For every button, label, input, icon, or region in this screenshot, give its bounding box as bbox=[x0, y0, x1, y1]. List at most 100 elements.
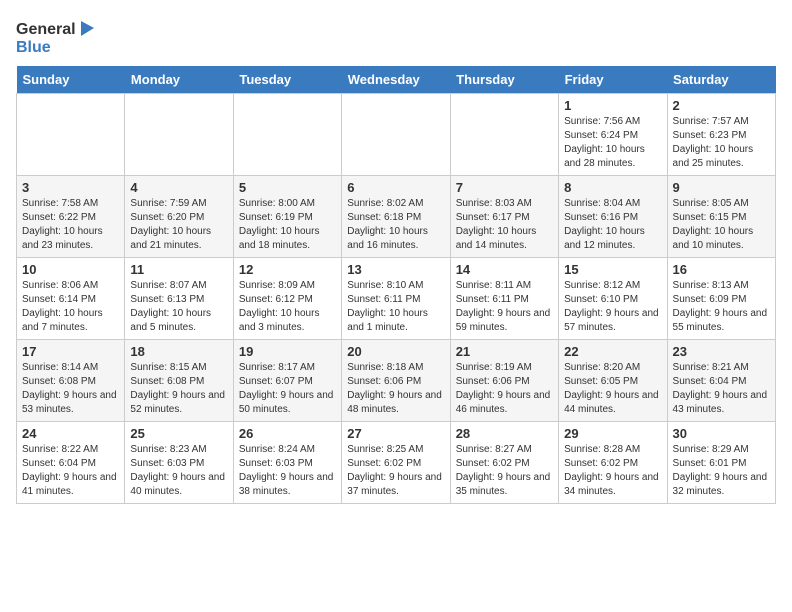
day-number: 22 bbox=[564, 344, 661, 359]
calendar-cell: 23 Sunrise: 8:21 AM Sunset: 6:04 PM Dayli… bbox=[667, 340, 775, 422]
logo: GeneralBlue bbox=[16, 16, 96, 56]
day-number: 27 bbox=[347, 426, 444, 441]
day-number: 3 bbox=[22, 180, 119, 195]
calendar-week-row: 17 Sunrise: 8:14 AM Sunset: 6:08 PM Dayli… bbox=[17, 340, 776, 422]
calendar-cell: 30 Sunrise: 8:29 AM Sunset: 6:01 PM Dayli… bbox=[667, 422, 775, 504]
day-info: Sunrise: 8:21 AM Sunset: 6:04 PM Dayligh… bbox=[673, 361, 770, 417]
calendar-cell: 5 Sunrise: 8:00 AM Sunset: 6:19 PM Daylig… bbox=[233, 176, 341, 258]
day-number: 12 bbox=[239, 262, 336, 277]
day-number: 25 bbox=[130, 426, 227, 441]
day-info: Sunrise: 8:24 AM Sunset: 6:03 PM Dayligh… bbox=[239, 443, 336, 499]
calendar-cell: 26 Sunrise: 8:24 AM Sunset: 6:03 PM Dayli… bbox=[233, 422, 341, 504]
weekday-header-friday: Friday bbox=[559, 66, 667, 94]
day-info: Sunrise: 8:06 AM Sunset: 6:14 PM Dayligh… bbox=[22, 279, 119, 335]
day-info: Sunrise: 8:22 AM Sunset: 6:04 PM Dayligh… bbox=[22, 443, 119, 499]
day-number: 24 bbox=[22, 426, 119, 441]
weekday-header-row: SundayMondayTuesdayWednesdayThursdayFrid… bbox=[17, 66, 776, 94]
calendar-cell: 17 Sunrise: 8:14 AM Sunset: 6:08 PM Dayli… bbox=[17, 340, 125, 422]
logo-svg: GeneralBlue bbox=[16, 16, 96, 56]
calendar-cell: 27 Sunrise: 8:25 AM Sunset: 6:02 PM Dayli… bbox=[342, 422, 450, 504]
weekday-header-saturday: Saturday bbox=[667, 66, 775, 94]
calendar-cell: 2 Sunrise: 7:57 AM Sunset: 6:23 PM Daylig… bbox=[667, 94, 775, 176]
weekday-header-monday: Monday bbox=[125, 66, 233, 94]
calendar-cell: 10 Sunrise: 8:06 AM Sunset: 6:14 PM Dayli… bbox=[17, 258, 125, 340]
day-number: 9 bbox=[673, 180, 770, 195]
day-info: Sunrise: 8:04 AM Sunset: 6:16 PM Dayligh… bbox=[564, 197, 661, 253]
day-number: 16 bbox=[673, 262, 770, 277]
day-number: 18 bbox=[130, 344, 227, 359]
weekday-header-wednesday: Wednesday bbox=[342, 66, 450, 94]
day-info: Sunrise: 8:20 AM Sunset: 6:05 PM Dayligh… bbox=[564, 361, 661, 417]
svg-text:Blue: Blue bbox=[16, 39, 51, 56]
calendar-cell bbox=[342, 94, 450, 176]
calendar-cell: 20 Sunrise: 8:18 AM Sunset: 6:06 PM Dayli… bbox=[342, 340, 450, 422]
calendar-cell: 19Sunrise: 8:17 AM Sunset: 6:07 PM Dayli… bbox=[233, 340, 341, 422]
day-info: Sunrise: 8:15 AM Sunset: 6:08 PM Dayligh… bbox=[130, 361, 227, 417]
day-info: Sunrise: 7:57 AM Sunset: 6:23 PM Dayligh… bbox=[673, 115, 770, 171]
day-number: 30 bbox=[673, 426, 770, 441]
day-info: Sunrise: 8:23 AM Sunset: 6:03 PM Dayligh… bbox=[130, 443, 227, 499]
day-number: 2 bbox=[673, 98, 770, 113]
day-info: Sunrise: 7:56 AM Sunset: 6:24 PM Dayligh… bbox=[564, 115, 661, 171]
calendar-cell: 24 Sunrise: 8:22 AM Sunset: 6:04 PM Dayli… bbox=[17, 422, 125, 504]
day-info: Sunrise: 8:17 AM Sunset: 6:07 PM Dayligh… bbox=[239, 361, 336, 417]
day-info: Sunrise: 8:18 AM Sunset: 6:06 PM Dayligh… bbox=[347, 361, 444, 417]
day-info: Sunrise: 8:14 AM Sunset: 6:08 PM Dayligh… bbox=[22, 361, 119, 417]
calendar-cell: 21 Sunrise: 8:19 AM Sunset: 6:06 PM Dayli… bbox=[450, 340, 558, 422]
day-info: Sunrise: 8:12 AM Sunset: 6:10 PM Dayligh… bbox=[564, 279, 661, 335]
day-info: Sunrise: 8:19 AM Sunset: 6:06 PM Dayligh… bbox=[456, 361, 553, 417]
calendar-cell: 11 Sunrise: 8:07 AM Sunset: 6:13 PM Dayli… bbox=[125, 258, 233, 340]
day-number: 1 bbox=[564, 98, 661, 113]
calendar-cell: 3Sunrise: 7:58 AM Sunset: 6:22 PM Daylig… bbox=[17, 176, 125, 258]
day-info: Sunrise: 8:28 AM Sunset: 6:02 PM Dayligh… bbox=[564, 443, 661, 499]
calendar-cell: 14 Sunrise: 8:11 AM Sunset: 6:11 PM Dayli… bbox=[450, 258, 558, 340]
day-number: 5 bbox=[239, 180, 336, 195]
day-info: Sunrise: 8:00 AM Sunset: 6:19 PM Dayligh… bbox=[239, 197, 336, 253]
weekday-header-sunday: Sunday bbox=[17, 66, 125, 94]
day-number: 20 bbox=[347, 344, 444, 359]
day-info: Sunrise: 8:09 AM Sunset: 6:12 PM Dayligh… bbox=[239, 279, 336, 335]
header: GeneralBlue bbox=[16, 16, 776, 56]
calendar-week-row: 1 Sunrise: 7:56 AM Sunset: 6:24 PM Daylig… bbox=[17, 94, 776, 176]
calendar-cell: 22 Sunrise: 8:20 AM Sunset: 6:05 PM Dayli… bbox=[559, 340, 667, 422]
day-number: 17 bbox=[22, 344, 119, 359]
day-info: Sunrise: 8:11 AM Sunset: 6:11 PM Dayligh… bbox=[456, 279, 553, 335]
day-number: 14 bbox=[456, 262, 553, 277]
calendar-week-row: 3Sunrise: 7:58 AM Sunset: 6:22 PM Daylig… bbox=[17, 176, 776, 258]
day-number: 21 bbox=[456, 344, 553, 359]
weekday-header-tuesday: Tuesday bbox=[233, 66, 341, 94]
day-info: Sunrise: 8:29 AM Sunset: 6:01 PM Dayligh… bbox=[673, 443, 770, 499]
calendar-cell: 29 Sunrise: 8:28 AM Sunset: 6:02 PM Dayli… bbox=[559, 422, 667, 504]
day-info: Sunrise: 8:25 AM Sunset: 6:02 PM Dayligh… bbox=[347, 443, 444, 499]
day-number: 11 bbox=[130, 262, 227, 277]
calendar-cell: 18 Sunrise: 8:15 AM Sunset: 6:08 PM Dayli… bbox=[125, 340, 233, 422]
calendar-cell: 9 Sunrise: 8:05 AM Sunset: 6:15 PM Daylig… bbox=[667, 176, 775, 258]
calendar-cell: 13Sunrise: 8:10 AM Sunset: 6:11 PM Dayli… bbox=[342, 258, 450, 340]
calendar-cell: 7 Sunrise: 8:03 AM Sunset: 6:17 PM Daylig… bbox=[450, 176, 558, 258]
calendar-cell bbox=[450, 94, 558, 176]
day-info: Sunrise: 8:05 AM Sunset: 6:15 PM Dayligh… bbox=[673, 197, 770, 253]
calendar-table: SundayMondayTuesdayWednesdayThursdayFrid… bbox=[16, 66, 776, 504]
day-number: 15 bbox=[564, 262, 661, 277]
day-number: 7 bbox=[456, 180, 553, 195]
day-number: 26 bbox=[239, 426, 336, 441]
calendar-cell: 6Sunrise: 8:02 AM Sunset: 6:18 PM Daylig… bbox=[342, 176, 450, 258]
day-info: Sunrise: 8:03 AM Sunset: 6:17 PM Dayligh… bbox=[456, 197, 553, 253]
calendar-cell: 4Sunrise: 7:59 AM Sunset: 6:20 PM Daylig… bbox=[125, 176, 233, 258]
day-number: 23 bbox=[673, 344, 770, 359]
calendar-cell: 8Sunrise: 8:04 AM Sunset: 6:16 PM Daylig… bbox=[559, 176, 667, 258]
day-info: Sunrise: 8:07 AM Sunset: 6:13 PM Dayligh… bbox=[130, 279, 227, 335]
day-info: Sunrise: 8:10 AM Sunset: 6:11 PM Dayligh… bbox=[347, 279, 444, 335]
weekday-header-thursday: Thursday bbox=[450, 66, 558, 94]
day-number: 10 bbox=[22, 262, 119, 277]
calendar-week-row: 10 Sunrise: 8:06 AM Sunset: 6:14 PM Dayli… bbox=[17, 258, 776, 340]
calendar-cell: 28 Sunrise: 8:27 AM Sunset: 6:02 PM Dayli… bbox=[450, 422, 558, 504]
calendar-cell: 15 Sunrise: 8:12 AM Sunset: 6:10 PM Dayli… bbox=[559, 258, 667, 340]
day-number: 29 bbox=[564, 426, 661, 441]
calendar-cell: 16 Sunrise: 8:13 AM Sunset: 6:09 PM Dayli… bbox=[667, 258, 775, 340]
day-number: 28 bbox=[456, 426, 553, 441]
day-info: Sunrise: 8:02 AM Sunset: 6:18 PM Dayligh… bbox=[347, 197, 444, 253]
day-info: Sunrise: 8:13 AM Sunset: 6:09 PM Dayligh… bbox=[673, 279, 770, 335]
calendar-cell: 12 Sunrise: 8:09 AM Sunset: 6:12 PM Dayli… bbox=[233, 258, 341, 340]
day-info: Sunrise: 8:27 AM Sunset: 6:02 PM Dayligh… bbox=[456, 443, 553, 499]
